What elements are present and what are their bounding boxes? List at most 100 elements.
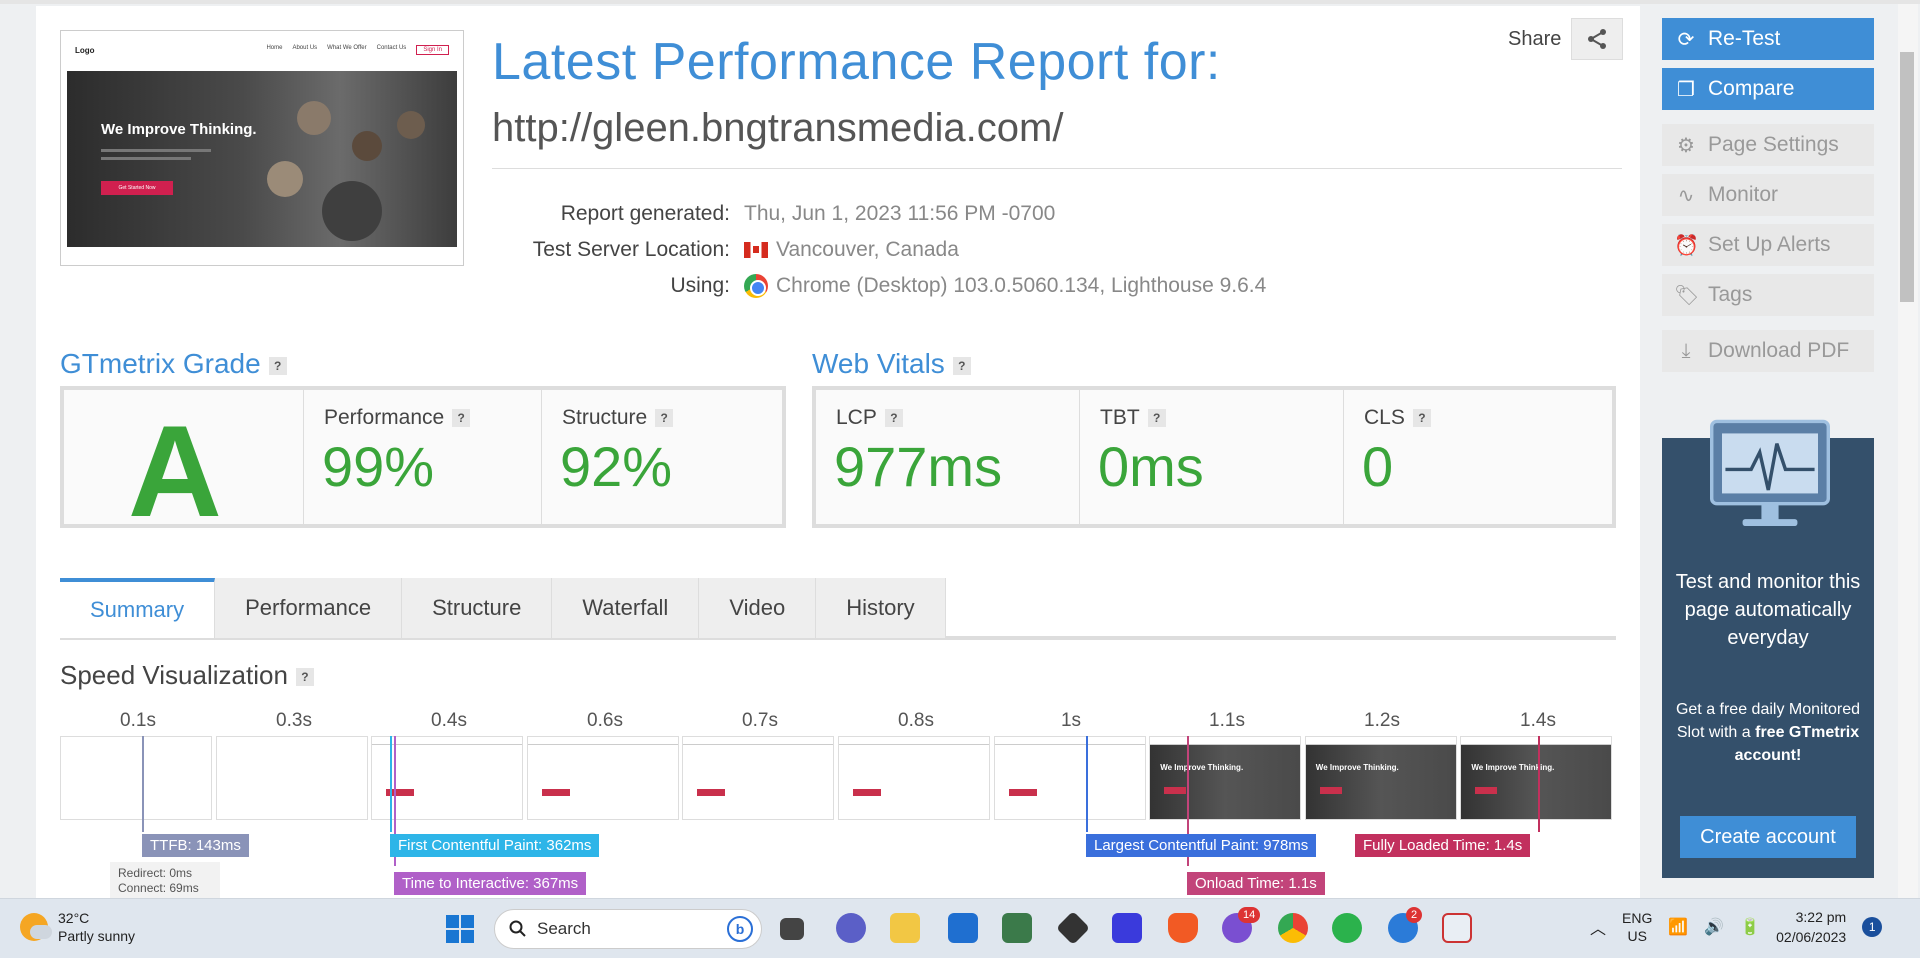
tab-waterfall[interactable]: Waterfall <box>552 578 700 638</box>
grade-panel: A Performance? 99% Structure? 92% <box>60 386 786 544</box>
re-test-button[interactable]: ⟳ Re-Test <box>1662 18 1874 60</box>
help-icon[interactable]: ? <box>268 356 287 375</box>
taskbar-search-label: Search <box>537 919 591 938</box>
notification-badge[interactable]: 1 <box>1862 917 1883 937</box>
tbt-label: TBT <box>1100 406 1140 429</box>
app-cube-icon[interactable] <box>1056 911 1090 945</box>
tags-button[interactable]: 🏷 Tags <box>1662 274 1874 316</box>
battery-icon[interactable]: 🔋 <box>1740 917 1760 937</box>
cls-value: 0 <box>1362 435 1394 498</box>
timeline-label: 0.1s <box>120 710 156 731</box>
help-icon[interactable]: ? <box>295 668 314 687</box>
share-label: Share <box>1508 27 1562 50</box>
timeline-label: 1s <box>1060 710 1082 731</box>
meta-label: Test Server Location: <box>532 238 730 261</box>
chrome-taskbar-icon[interactable] <box>1278 913 1308 943</box>
filmstrip-frame[interactable] <box>993 736 1146 820</box>
app-m-icon[interactable] <box>1112 913 1142 943</box>
share-control[interactable]: Share <box>1508 18 1624 60</box>
file-explorer-icon[interactable] <box>890 913 920 943</box>
tab-history[interactable]: History <box>816 578 946 638</box>
system-tray: ︿ ENG US 📶 🔊 🔋 3:22 pm 02/06/2023 1 <box>1590 907 1883 947</box>
set-up-alerts-button[interactable]: ⏰ Set Up Alerts <box>1662 224 1874 266</box>
page-settings-button[interactable]: ⚙ Page Settings <box>1662 124 1874 166</box>
timeline-label: 0.3s <box>276 710 312 731</box>
bing-icon: b <box>727 916 753 942</box>
filmstrip-frame[interactable]: We Improve Thinking. <box>1304 736 1457 820</box>
grade-letter-cell: A <box>64 390 304 544</box>
brave-browser-icon[interactable] <box>1168 913 1198 943</box>
weather-widget[interactable]: 32°C Partly sunny <box>20 909 135 945</box>
monitor-icon <box>1710 419 1830 526</box>
tab-performance[interactable]: Performance <box>215 578 403 638</box>
scrollbar-thumb[interactable] <box>1900 52 1914 302</box>
tag-icon: 🏷 <box>1674 284 1700 307</box>
connect-time: Connect: 69ms <box>118 881 199 895</box>
snipping-tool-icon[interactable] <box>1442 913 1472 943</box>
thumb-nav: Logo Home About Us What We Offer Contact… <box>67 37 457 63</box>
teams-chat-icon[interactable] <box>836 913 866 943</box>
timeline-label: 1.2s <box>1364 710 1400 731</box>
fcp-marker: First Contentful Paint: 362ms <box>390 834 600 857</box>
actions-sidebar: ⟳ Re-Test ❐ Compare ⚙ Page Settings ∿ Monitor ⏰ S… <box>1662 18 1874 380</box>
help-icon[interactable]: ? <box>1147 409 1166 428</box>
timeline-label: 0.4s <box>431 710 467 731</box>
pulse-icon: ∿ <box>1677 184 1695 207</box>
help-icon[interactable]: ? <box>1412 409 1431 428</box>
filmstrip-frame[interactable]: We Improve Thinking. <box>1460 736 1613 820</box>
filmstrip-frame[interactable] <box>838 736 990 820</box>
help-icon[interactable]: ? <box>884 409 903 428</box>
meta-label: Report generated: <box>560 202 730 225</box>
temperature: 32°C <box>58 910 90 926</box>
web-vitals-panel: LCP? 977ms TBT? 0ms CLS? 0 <box>812 386 1616 528</box>
promo-heading: Test and monitor this page automatically… <box>1675 571 1861 649</box>
tab-summary[interactable]: Summary <box>60 578 216 638</box>
taskbar-search[interactable]: Search b <box>494 909 762 949</box>
volume-icon[interactable]: 🔊 <box>1704 917 1724 937</box>
windows-start-icon[interactable] <box>446 915 474 943</box>
monitor-button[interactable]: ∿ Monitor <box>1662 174 1874 216</box>
tti-marker: Time to Interactive: 367ms <box>394 872 587 895</box>
web-vitals-title: Web Vitals? <box>812 348 971 380</box>
filmstrip-frame[interactable] <box>215 736 368 820</box>
tab-structure[interactable]: Structure <box>402 578 553 638</box>
help-icon[interactable]: ? <box>655 409 674 428</box>
thumb-headline: We Improve Thinking. <box>101 121 257 138</box>
site-screenshot-thumbnail: Logo Home About Us What We Offer Contact… <box>60 30 464 266</box>
grade-letter: A <box>128 398 222 544</box>
security-app-icon[interactable] <box>1002 913 1032 943</box>
sidebar-button-label: Set Up Alerts <box>1708 233 1831 256</box>
language-indicator[interactable]: ENG US <box>1622 909 1652 945</box>
timeline-labels: 0.1s 0.3s 0.4s 0.6s 0.7s 0.8s 1s 1.1s 1.2s 1.4s <box>60 710 1616 736</box>
monitoring-promo: Test and monitor this page automatically… <box>1662 419 1874 878</box>
filmstrip-frame[interactable]: We Improve Thinking. <box>1149 736 1302 820</box>
structure-value: 92% <box>560 435 673 498</box>
share-button[interactable] <box>1571 18 1624 60</box>
help-icon[interactable]: ? <box>452 409 471 428</box>
viber-badge: 14 <box>1238 907 1261 923</box>
wifi-icon[interactable]: 📶 <box>1668 917 1688 937</box>
frame-headline: We Improve Thinking. <box>1471 763 1555 772</box>
windows-taskbar: 32°C Partly sunny Search b 14 2 ︿ ENG US… <box>0 898 1920 958</box>
region-code: US <box>1627 928 1647 944</box>
lcp-marker: Largest Contentful Paint: 978ms <box>1086 834 1317 857</box>
filmstrip-frame[interactable] <box>526 736 679 820</box>
thumb-cta: Get Started Now <box>101 181 173 195</box>
microsoft-store-icon[interactable] <box>948 913 978 943</box>
tab-video[interactable]: Video <box>699 578 817 638</box>
task-view-icon[interactable] <box>780 918 804 940</box>
help-icon[interactable]: ? <box>952 356 971 375</box>
download-pdf-button[interactable]: ⤓ Download PDF <box>1662 330 1874 372</box>
filmstrip-frame[interactable] <box>60 736 212 820</box>
weather-condition: Partly sunny <box>58 928 136 944</box>
gtmetrix-grade-title: GTmetrix Grade? <box>60 348 287 380</box>
compare-button[interactable]: ❐ Compare <box>1662 68 1874 110</box>
redirect-time: Redirect: 0ms <box>118 866 193 880</box>
ttfb-line <box>142 736 144 832</box>
filmstrip-frame[interactable] <box>682 736 835 820</box>
chevron-up-icon[interactable]: ︿ <box>1590 915 1606 939</box>
create-account-button[interactable]: Create account <box>1680 816 1856 858</box>
evernote-icon[interactable] <box>1332 913 1362 943</box>
meta-value: Thu, Jun 1, 2023 11:56 PM -0700 <box>744 202 1056 225</box>
clock[interactable]: 3:22 pm 02/06/2023 <box>1776 907 1846 947</box>
